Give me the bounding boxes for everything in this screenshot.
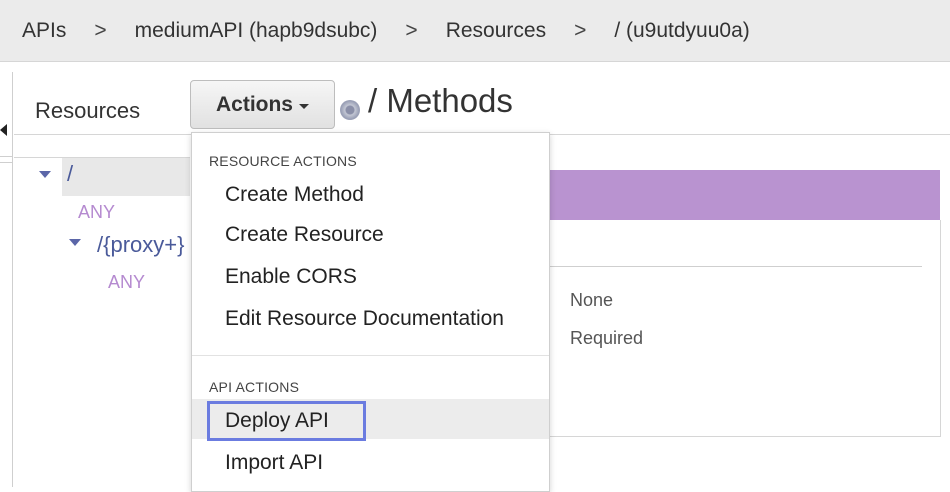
expand-arrow-icon[interactable] [39,171,51,178]
panel-border [940,220,941,436]
actions-button-label: Actions [215,92,293,116]
method-header-bar [548,170,940,220]
resource-actions-header: RESOURCE ACTIONS [209,153,357,169]
tree-root-path[interactable]: / [67,161,73,187]
actions-dropdown-menu: RESOURCE ACTIONS Create Method Create Re… [191,132,550,492]
tree-proxy-path[interactable]: /{proxy+} [97,232,184,258]
menu-item-enable-cors[interactable]: Enable CORS [225,265,357,289]
menu-item-edit-resource-documentation[interactable]: Edit Resource Documentation [225,307,504,331]
expand-arrow-icon[interactable] [69,239,81,246]
resources-title: Resources [35,98,141,123]
breadcrumb-separator: > [574,18,587,42]
caret-down-icon [299,104,309,109]
breadcrumb-resources-link[interactable]: Resources [446,19,546,43]
loading-spinner-icon [340,100,360,120]
breadcrumb-separator: > [405,18,418,42]
breadcrumb-separator: > [94,18,107,42]
tree-proxy-method[interactable]: ANY [108,272,145,293]
side-nav-strip [0,62,14,487]
authorization-value: None [570,290,614,310]
menu-divider [192,355,549,356]
breadcrumb: APIs > mediumAPI (hapb9dsubc) > Resource… [0,0,950,62]
tree-selected-row[interactable] [62,158,190,196]
side-nav-panel-lower [0,156,13,487]
panel-divider [548,266,922,267]
api-key-value: Required [570,328,644,348]
breadcrumb-current-resource: / (u9utdyuu0a) [614,18,750,42]
page-title: / Methods [368,82,513,119]
actions-button[interactable]: Actions [190,80,335,129]
menu-item-deploy-api[interactable]: Deploy API [225,409,329,433]
breadcrumb-api-link[interactable]: mediumAPI (hapb9dsubc) [135,19,378,43]
menu-item-import-api[interactable]: Import API [225,451,323,475]
menu-item-create-resource[interactable]: Create Resource [225,223,384,247]
breadcrumb-apis-link[interactable]: APIs [22,19,66,43]
api-actions-header: API ACTIONS [209,379,300,395]
tree-root-method[interactable]: ANY [78,202,115,223]
menu-item-create-method[interactable]: Create Method [225,183,364,207]
side-nav-panel [0,72,13,163]
collapse-nav-arrow-icon[interactable] [0,124,7,136]
panel-border [548,436,941,437]
